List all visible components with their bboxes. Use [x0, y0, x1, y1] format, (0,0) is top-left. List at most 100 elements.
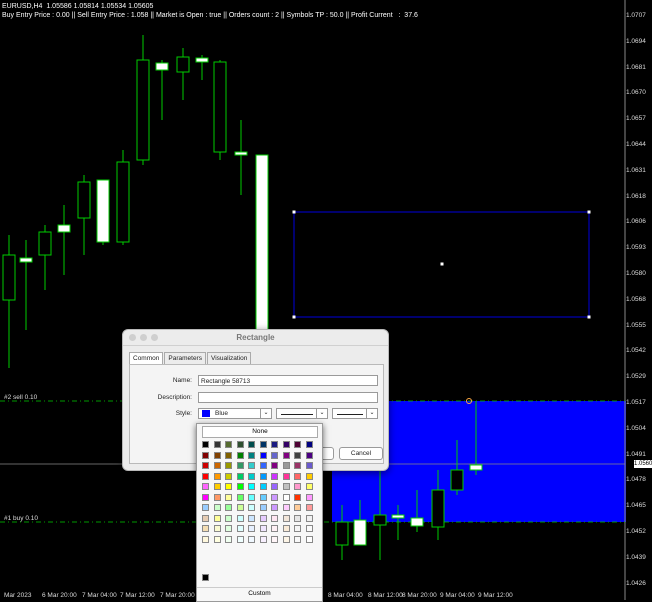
color-swatch[interactable] [259, 472, 267, 480]
color-swatch[interactable] [225, 514, 232, 522]
color-swatch[interactable] [248, 504, 255, 511]
color-swatch[interactable] [248, 462, 255, 469]
color-swatch[interactable] [259, 451, 267, 459]
color-swatch[interactable] [294, 514, 301, 522]
color-swatch[interactable] [305, 535, 313, 543]
color-swatch[interactable] [213, 525, 221, 532]
cancel-button[interactable]: Cancel [339, 447, 383, 460]
color-swatch[interactable] [236, 504, 244, 511]
color-swatch[interactable] [259, 504, 267, 511]
name-field[interactable]: Rectangle 58713 [198, 375, 378, 386]
color-swatch[interactable] [305, 525, 313, 532]
color-swatch[interactable] [294, 451, 301, 459]
color-swatch[interactable] [236, 462, 244, 469]
color-swatch[interactable] [248, 535, 255, 543]
color-swatch[interactable] [213, 504, 221, 511]
color-swatch[interactable] [259, 441, 267, 448]
color-swatch[interactable] [305, 493, 313, 501]
custom-color-button[interactable]: Custom [197, 587, 322, 600]
color-swatch[interactable] [213, 451, 221, 459]
color-swatch[interactable] [271, 493, 278, 501]
color-swatch[interactable] [248, 441, 255, 448]
color-swatch[interactable] [213, 441, 221, 448]
color-swatch[interactable] [225, 472, 232, 480]
color-swatch[interactable] [236, 493, 244, 501]
color-swatch[interactable] [213, 493, 221, 501]
color-swatch[interactable] [213, 483, 221, 490]
color-swatch[interactable] [305, 514, 313, 522]
color-swatch[interactable] [202, 514, 209, 522]
color-swatch[interactable] [202, 451, 209, 459]
color-swatch[interactable] [294, 462, 301, 469]
color-swatch[interactable] [282, 504, 290, 511]
close-window-icon[interactable] [129, 334, 136, 341]
color-swatch[interactable] [259, 514, 267, 522]
color-swatch[interactable] [271, 525, 278, 532]
color-swatch[interactable] [271, 504, 278, 511]
color-swatch[interactable] [213, 472, 221, 480]
color-swatch[interactable] [305, 462, 313, 469]
color-swatch[interactable] [282, 514, 290, 522]
color-swatch[interactable] [248, 451, 255, 459]
color-swatch[interactable] [202, 504, 209, 511]
no-color-button[interactable]: None [202, 426, 318, 438]
color-swatch[interactable] [282, 472, 290, 480]
color-swatch[interactable] [236, 514, 244, 522]
color-swatch[interactable] [248, 525, 255, 532]
color-swatch[interactable] [248, 493, 255, 501]
dialog-titlebar[interactable]: Rectangle [123, 330, 388, 346]
color-swatch[interactable] [225, 504, 232, 511]
color-swatch[interactable] [213, 514, 221, 522]
tab-parameters[interactable]: Parameters [164, 352, 206, 364]
color-swatch[interactable] [282, 535, 290, 543]
color-swatch[interactable] [305, 504, 313, 511]
color-swatch[interactable] [236, 525, 244, 532]
color-swatch[interactable] [259, 525, 267, 532]
color-swatch[interactable] [213, 462, 221, 469]
color-swatch[interactable] [305, 441, 313, 448]
color-swatch[interactable] [236, 483, 244, 490]
price-chart[interactable] [0, 0, 652, 600]
color-swatch[interactable] [225, 462, 232, 469]
color-swatch[interactable] [271, 472, 278, 480]
tab-common[interactable]: Common [129, 352, 164, 364]
color-swatch[interactable] [202, 535, 209, 543]
color-swatch[interactable] [271, 451, 278, 459]
custom-color-swatch[interactable] [202, 574, 209, 581]
color-swatch[interactable] [271, 441, 278, 448]
color-swatch[interactable] [248, 483, 255, 490]
color-swatch[interactable] [202, 493, 209, 501]
color-swatch[interactable] [294, 504, 301, 511]
line-width-dropdown[interactable]: ⌄ [332, 408, 378, 419]
color-swatch[interactable] [236, 472, 244, 480]
color-swatch[interactable] [202, 462, 209, 469]
color-swatch[interactable] [259, 493, 267, 501]
color-swatch[interactable] [271, 462, 278, 469]
color-swatch[interactable] [236, 535, 244, 543]
zoom-window-icon[interactable] [151, 334, 158, 341]
color-swatch[interactable] [225, 525, 232, 532]
color-swatch[interactable] [236, 441, 244, 448]
color-swatch[interactable] [248, 514, 255, 522]
color-swatch[interactable] [271, 535, 278, 543]
color-swatch[interactable] [202, 472, 209, 480]
color-swatch[interactable] [202, 525, 209, 532]
color-swatch[interactable] [282, 441, 290, 448]
color-swatch[interactable] [225, 451, 232, 459]
description-field[interactable] [198, 392, 378, 403]
color-swatch[interactable] [282, 483, 290, 490]
line-style-dropdown[interactable]: ⌄ [276, 408, 328, 419]
color-swatch[interactable] [305, 483, 313, 490]
color-swatch[interactable] [294, 535, 301, 543]
color-swatch[interactable] [259, 462, 267, 469]
color-swatch[interactable] [225, 483, 232, 490]
color-swatch[interactable] [248, 472, 255, 480]
color-swatch[interactable] [294, 493, 301, 501]
color-swatch[interactable] [282, 525, 290, 532]
color-swatch[interactable] [236, 451, 244, 459]
color-dropdown[interactable]: Blue ⌄ [198, 408, 272, 419]
color-swatch[interactable] [202, 483, 209, 490]
color-swatch[interactable] [294, 525, 301, 532]
color-swatch[interactable] [305, 472, 313, 480]
color-swatch[interactable] [282, 493, 290, 501]
